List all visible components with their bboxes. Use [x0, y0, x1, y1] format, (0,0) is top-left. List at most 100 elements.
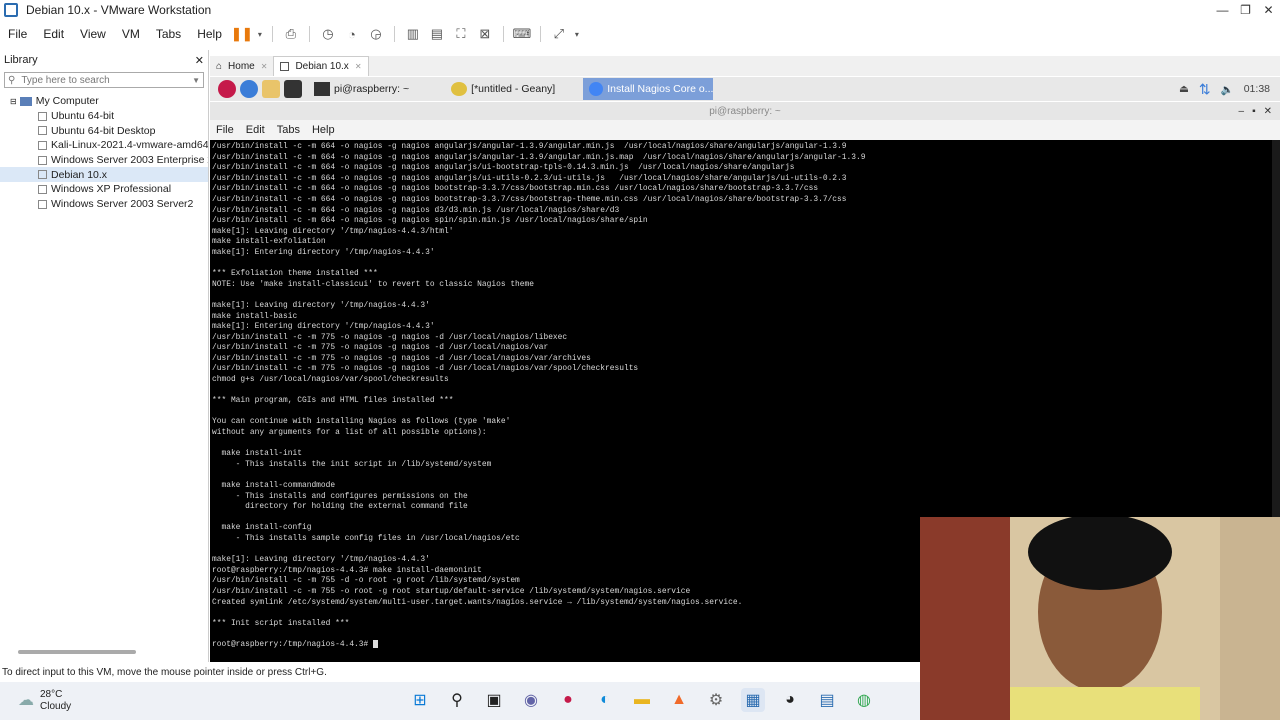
- settings-app-icon[interactable]: ⚙: [704, 688, 728, 712]
- tree-item-win2003-enterprise[interactable]: Windows Server 2003 Enterprise x6: [0, 153, 208, 168]
- search-icon: ⚲: [8, 74, 16, 86]
- terminal-line: NOTE: Use 'make install-classicui' to re…: [212, 279, 534, 289]
- file-explorer-icon[interactable]: ▬: [630, 688, 654, 712]
- terminal-window-controls: – ▪ ✕: [1239, 106, 1273, 117]
- task-geany[interactable]: [*untitled - Geany]: [445, 78, 561, 100]
- collapse-icon[interactable]: ⊟: [10, 97, 17, 106]
- cloud-icon: ☁: [18, 692, 34, 709]
- terminal-line: /usr/bin/install -c -m 664 -o nagios -g …: [212, 205, 620, 215]
- terminal-menu-help[interactable]: Help: [306, 124, 341, 136]
- tree-item-kali[interactable]: Kali-Linux-2021.4-vmware-amd64: [0, 138, 208, 153]
- browser-icon[interactable]: [240, 80, 258, 98]
- pause-icon[interactable]: ❚❚: [231, 26, 253, 42]
- file-manager-icon[interactable]: [262, 80, 280, 98]
- terminal-menu-edit[interactable]: Edit: [240, 124, 271, 136]
- task-browser[interactable]: Install Nagios Core o...: [583, 78, 714, 100]
- console-view-icon[interactable]: ⌨: [512, 26, 532, 42]
- tree-item-label: Ubuntu 64-bit Desktop: [51, 124, 156, 137]
- task-view-icon[interactable]: ▣: [482, 688, 506, 712]
- task-label: [*untitled - Geany]: [471, 83, 556, 95]
- tab-close-icon[interactable]: ✕: [261, 62, 268, 71]
- terminal-line: make install-commandmode: [212, 481, 336, 490]
- close-icon[interactable]: ✕: [1264, 106, 1272, 117]
- library-close-icon[interactable]: ✕: [195, 54, 204, 67]
- terminal-titlebar: pi@raspberry: ~ – ▪ ✕: [210, 102, 1280, 120]
- chevron-down-icon[interactable]: ▼: [192, 76, 200, 85]
- teams-chat-icon[interactable]: ◉: [519, 688, 543, 712]
- tree-item-win2003-server2[interactable]: Windows Server 2003 Server2: [0, 197, 208, 212]
- tree-item-ubuntu-64[interactable]: Ubuntu 64-bit: [0, 109, 208, 124]
- dropdown-arrow-icon[interactable]: ▾: [256, 26, 264, 42]
- unity-icon[interactable]: ⊠: [475, 26, 495, 42]
- vmware-taskbar-icon[interactable]: ▦: [741, 688, 765, 712]
- edge-icon[interactable]: ◐: [593, 688, 617, 712]
- menu-vm[interactable]: VM: [114, 27, 148, 41]
- maximize-icon[interactable]: ▪: [1252, 106, 1256, 117]
- tab-debian[interactable]: Debian 10.x ✕: [273, 56, 369, 76]
- raspberry-menu-icon[interactable]: [218, 80, 236, 98]
- terminal-icon[interactable]: [284, 80, 302, 98]
- weather-widget[interactable]: ☁ 28°C Cloudy: [0, 689, 71, 713]
- tree-item-label: Ubuntu 64-bit: [51, 110, 115, 123]
- tree-item-winxp[interactable]: Windows XP Professional: [0, 182, 208, 197]
- menu-help[interactable]: Help: [189, 27, 230, 41]
- guest-taskbar: pi@raspberry: ~ [*untitled - Geany] Inst…: [210, 77, 1280, 101]
- revert-snapshot-icon[interactable]: ◔: [342, 26, 362, 42]
- search-icon[interactable]: ⚲: [445, 688, 469, 712]
- terminal-line: /usr/bin/install -c -m 664 -o nagios -g …: [212, 216, 648, 226]
- vm-icon: [38, 155, 47, 165]
- minimize-button[interactable]: —: [1211, 3, 1234, 17]
- chromium-icon: [589, 82, 604, 96]
- dropdown-arrow-icon[interactable]: ▾: [573, 26, 581, 42]
- toolbar-separator: [502, 26, 504, 42]
- raspberry-pi-imager-icon[interactable]: ●: [556, 688, 580, 712]
- terminal-menu-file[interactable]: File: [210, 124, 240, 136]
- snapshot-icon[interactable]: ◷: [318, 26, 338, 42]
- show-library-icon[interactable]: ▥: [403, 26, 423, 42]
- tree-root[interactable]: ⊟ My Computer: [0, 94, 208, 109]
- terminal-menu-tabs[interactable]: Tabs: [271, 124, 306, 136]
- windows-start-icon[interactable]: ⊞: [408, 688, 432, 712]
- menu-tabs[interactable]: Tabs: [148, 27, 189, 41]
- menu-view[interactable]: View: [72, 27, 114, 41]
- full-screen-icon[interactable]: ⛶: [451, 26, 471, 42]
- search-placeholder: Type here to search: [21, 74, 110, 86]
- terminal-line: make[1]: Entering directory '/tmp/nagios…: [212, 322, 435, 332]
- network-icon[interactable]: ⇅: [1199, 81, 1211, 98]
- tree-root-label: My Computer: [35, 95, 99, 108]
- vm-tree: ⊟ My Computer Ubuntu 64-bit Ubuntu 64-bi…: [0, 94, 208, 212]
- obs-icon[interactable]: ◕: [778, 688, 802, 712]
- menu-edit[interactable]: Edit: [35, 27, 72, 41]
- menu-file[interactable]: File: [0, 27, 35, 41]
- notepad-icon[interactable]: ▤: [815, 688, 839, 712]
- tree-item-ubuntu-desktop[interactable]: Ubuntu 64-bit Desktop: [0, 123, 208, 138]
- task-terminal[interactable]: pi@raspberry: ~: [308, 78, 415, 100]
- close-button[interactable]: ✕: [1257, 3, 1280, 17]
- library-hscrollbar[interactable]: [18, 650, 136, 654]
- terminal-line: You can continue with installing Nagios …: [212, 417, 511, 427]
- app-triangle-icon[interactable]: ▲: [667, 688, 691, 712]
- tree-item-debian[interactable]: Debian 10.x: [0, 167, 208, 183]
- thumbnail-bar-icon[interactable]: ▤: [427, 26, 447, 42]
- tab-label: Debian 10.x: [295, 61, 349, 72]
- library-search-input[interactable]: ⚲ Type here to search ▼: [4, 72, 204, 88]
- send-ctrl-alt-del-icon[interactable]: ⎙: [281, 26, 301, 42]
- chrome-icon[interactable]: ◍: [852, 688, 876, 712]
- volume-icon[interactable]: 🔈: [1221, 83, 1234, 96]
- minimize-icon[interactable]: –: [1239, 106, 1245, 117]
- eject-icon[interactable]: ⏏: [1179, 83, 1189, 95]
- stretch-guest-icon[interactable]: ⤢: [549, 26, 569, 42]
- window-controls: — ❐ ✕: [1211, 3, 1280, 17]
- weather-temp: 28°C: [40, 689, 63, 700]
- maximize-button[interactable]: ❐: [1234, 3, 1257, 17]
- tab-home[interactable]: ⌂ Home ✕: [210, 56, 273, 76]
- snapshot-manager-icon[interactable]: ◶: [366, 26, 386, 42]
- tab-close-icon[interactable]: ✕: [355, 62, 362, 71]
- clock: 01:38: [1243, 83, 1270, 95]
